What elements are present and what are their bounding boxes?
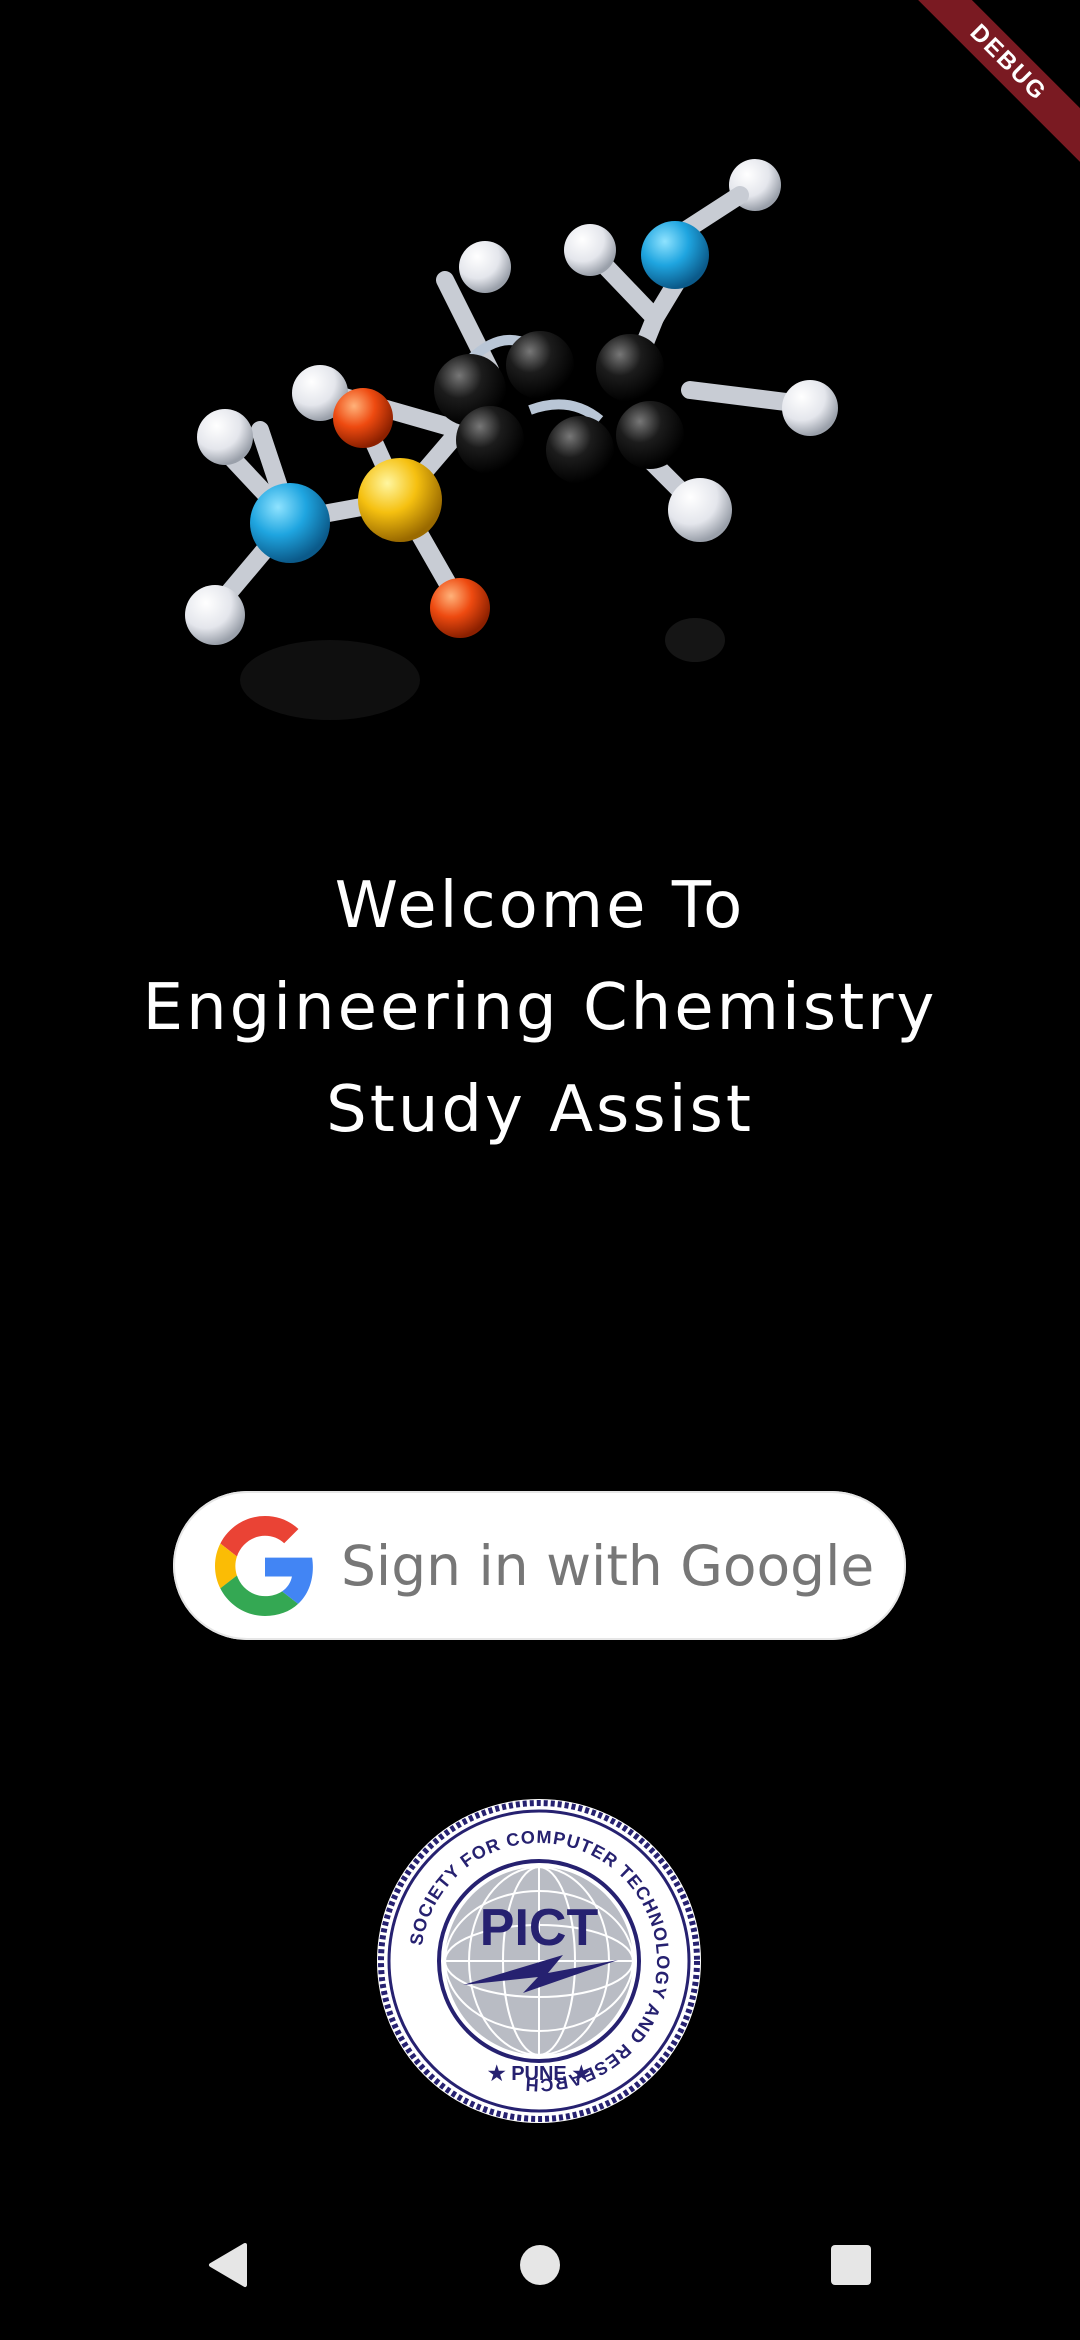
nav-back-button[interactable]	[147, 2190, 307, 2340]
recents-square-icon	[831, 2245, 871, 2285]
pict-logo: PICT SOCIETY FOR COMPUTER TECHNOLOGY AND…	[377, 1799, 701, 2123]
molecule-illustration	[185, 159, 838, 720]
welcome-line-1: Welcome To	[334, 869, 746, 943]
back-triangle-icon	[209, 2243, 247, 2287]
home-circle-icon	[520, 2245, 560, 2285]
welcome-heading: Welcome To Engineering Chemistry Study A…	[0, 855, 1080, 1161]
debug-banner: DEBUG	[910, 0, 1080, 170]
svg-text:PICT: PICT	[480, 1899, 599, 1957]
nav-home-button[interactable]	[460, 2190, 620, 2340]
debug-label: DEBUG	[910, 0, 1080, 169]
welcome-line-3: Study Assist	[326, 1073, 754, 1147]
sign-in-with-google-button[interactable]: Sign in with Google	[173, 1491, 906, 1640]
sign-in-label: Sign in with Google	[341, 1533, 875, 1598]
system-navigation-bar	[0, 2190, 1080, 2340]
google-g-icon	[215, 1515, 313, 1616]
welcome-line-2: Engineering Chemistry	[142, 971, 938, 1045]
svg-text:★ PUNE ★: ★ PUNE ★	[488, 2063, 591, 2085]
nav-recents-button[interactable]	[771, 2190, 931, 2340]
